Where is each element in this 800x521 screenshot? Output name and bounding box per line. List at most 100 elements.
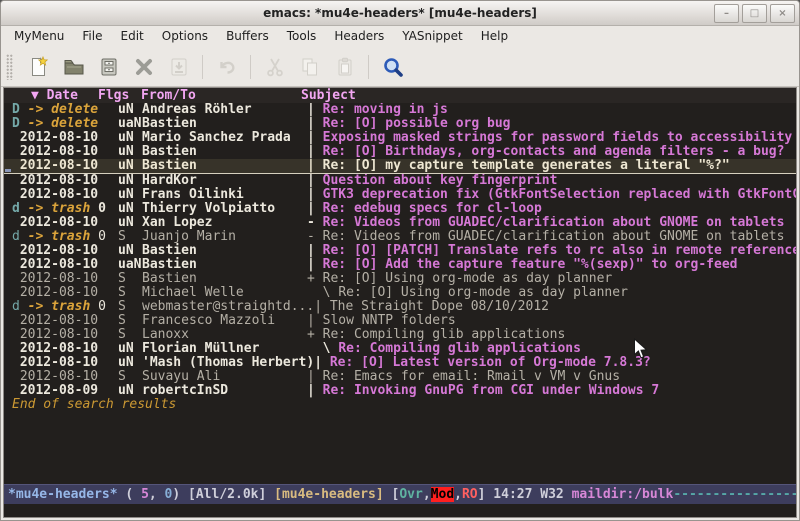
row-from: Xan Lopez [142, 216, 307, 230]
row-from: Mario Sanchez Prada [142, 131, 307, 145]
message-row[interactable]: d -> trash 0SJuanjo Marin- Re: Videos fr… [4, 230, 796, 244]
toolbar-separator [368, 55, 369, 79]
save-button[interactable] [94, 52, 123, 81]
row-subject: | Re: moving in js [307, 103, 796, 117]
menu-item-file[interactable]: File [73, 26, 111, 47]
row-subject: | Re: [O] [PATCH] Translate refs to rc a… [307, 244, 796, 258]
menu-item-options[interactable]: Options [153, 26, 217, 47]
menu-item-buffers[interactable]: Buffers [217, 26, 278, 47]
maximize-button[interactable]: □ [742, 4, 767, 23]
row-mark-date: 2012-08-10 [12, 356, 118, 370]
mu4e-headers-buffer[interactable]: ▼ Date Flgs From/To Subject D -> deleteu… [4, 88, 796, 484]
modeline-segment: 5 [141, 487, 149, 502]
row-mark-date: 2012-08-10 [12, 272, 118, 286]
row-from: Florian Müllner [142, 342, 307, 356]
message-row[interactable]: d -> trash 0uNThierry Volpiatto| Re: ede… [4, 202, 796, 216]
toolbar-grip-handle[interactable] [6, 54, 13, 80]
row-from: webmaster@straightd... [142, 300, 314, 314]
search-button[interactable] [378, 52, 407, 81]
close-buffer-button[interactable] [129, 52, 158, 81]
row-flags: uN [118, 384, 142, 398]
message-row[interactable]: 2012-08-10SBastien+ Re: [O] Using org-mo… [4, 272, 796, 286]
undo-icon [215, 55, 239, 79]
menu-item-mymenu[interactable]: MyMenu [5, 26, 73, 47]
open-folder-icon [62, 55, 86, 79]
row-mark-date: D -> delete [12, 117, 118, 131]
message-row[interactable]: 2012-08-10SLanoxx+ Re: Compiling glib ap… [4, 328, 796, 342]
message-row[interactable]: 2012-08-10uNBastien| Re: [O] Birthdays, … [4, 145, 796, 159]
row-mark-date: 2012-08-10 [12, 258, 118, 272]
row-mark-date: 2012-08-10 [12, 314, 118, 328]
row-flags: S [118, 314, 142, 328]
row-flags: uN [118, 159, 142, 173]
menu-item-edit[interactable]: Edit [112, 26, 153, 47]
row-mark-date: 2012-08-10 [12, 188, 118, 202]
copy-icon [298, 55, 322, 79]
new-file-button[interactable] [24, 52, 53, 81]
message-row[interactable]: 2012-08-10uNBastien| Re: [O] my capture … [4, 159, 796, 174]
row-flags: uN [118, 103, 142, 117]
row-subject: | Re: [O] Add the capture feature "%(sex… [307, 258, 796, 272]
row-subject: | Re: [O] possible org bug [307, 117, 796, 131]
message-row[interactable]: 2012-08-10uNBastien| Re: [O] [PATCH] Tra… [4, 244, 796, 258]
message-row[interactable]: 2012-08-10uNMario Sanchez Prada| Exposin… [4, 131, 796, 145]
row-flags: uN [118, 188, 142, 202]
row-mark-date: d -> trash 0 [12, 300, 118, 314]
row-from: Suvayu Ali [142, 370, 307, 384]
message-row[interactable]: 2012-08-10uNHardKor| Question about key … [4, 174, 796, 188]
menu-item-tools[interactable]: Tools [278, 26, 326, 47]
row-from: Bastien [142, 244, 307, 258]
modeline[interactable]: *mu4e-headers* ( 5, 0) [All/2.0k] [mu4e-… [4, 484, 796, 504]
message-row[interactable]: 2012-08-10uNFrans Oilinki| GTK3 deprecat… [4, 188, 796, 202]
row-mark-date: 2012-08-10 [12, 328, 118, 342]
message-row[interactable]: 2012-08-10uaNBastien| Re: [O] Add the ca… [4, 258, 796, 272]
open-folder-button[interactable] [59, 52, 88, 81]
paste-icon [333, 55, 357, 79]
row-subject: | Re: Emacs for email: Rmail v VM v Gnus [307, 370, 796, 384]
cut-button [260, 52, 289, 81]
row-flags: uN [118, 145, 142, 159]
toolbar-separator [202, 55, 203, 79]
menu-item-yasnippet[interactable]: YASnippet [393, 26, 472, 47]
message-row[interactable]: 2012-08-10uNXan Lopez- Re: Videos from G… [4, 216, 796, 230]
row-subject: | Question about key fingerprint [307, 174, 796, 188]
message-row[interactable]: d -> trash 0Swebmaster@straightd...| The… [4, 300, 796, 314]
modeline-segment: , [454, 487, 462, 502]
message-row[interactable]: 2012-08-10SFrancesco Mazzoli| Slow NNTP … [4, 314, 796, 328]
modeline-segment: *mu4e-headers* [8, 487, 118, 502]
modeline-segment: ) [172, 487, 188, 502]
header-line: ▼ Date Flgs From/To Subject [4, 88, 796, 103]
message-row[interactable]: 2012-08-10uNFlorian Müllner \ Re: Compil… [4, 342, 796, 356]
row-subject: | Exposing masked strings for password f… [307, 131, 796, 145]
row-subject: | Re: [O] Latest version of Org-mode 7.8… [314, 356, 796, 370]
titlebar[interactable]: emacs: *mu4e-headers* [mu4e-headers] –□× [1, 1, 799, 26]
row-subject: | Re: [O] my capture template generates … [307, 159, 796, 173]
modeline-segment: maildir:/bulk [572, 487, 674, 502]
minimize-button[interactable]: – [714, 4, 739, 23]
close-button[interactable]: × [770, 4, 795, 23]
message-row[interactable]: D -> deleteuNAndreas Röhler| Re: moving … [4, 103, 796, 117]
row-mark-date: 2012-08-10 [12, 216, 118, 230]
menu-item-headers[interactable]: Headers [325, 26, 393, 47]
modeline-segment: ] [478, 487, 494, 502]
message-row[interactable]: D -> deleteuaNBastien| Re: [O] possible … [4, 117, 796, 131]
row-subject: \ Re: [O] Using org-mode as day planner [307, 286, 796, 300]
end-of-search-results: End of search results [4, 398, 796, 412]
row-subject: | Re: Invoking GnuPG from CGI under Wind… [307, 384, 796, 398]
row-mark-date: 2012-08-09 [12, 384, 118, 398]
menu-item-help[interactable]: Help [472, 26, 517, 47]
row-subject: + Re: [O] Using org-mode as day planner [307, 272, 796, 286]
row-subject: - Re: Videos from GUADEC/clarification a… [307, 216, 796, 230]
message-row[interactable]: 2012-08-09uNrobertcInSD| Re: Invoking Gn… [4, 384, 796, 398]
message-row[interactable]: 2012-08-10SSuvayu Ali| Re: Emacs for ema… [4, 370, 796, 384]
row-mark-date: 2012-08-10 [12, 145, 118, 159]
row-subject: \ Re: Compiling glib applications [307, 342, 796, 356]
message-row[interactable]: 2012-08-10uN'Mash (Thomas Herbert)| Re: … [4, 356, 796, 370]
row-from: 'Mash (Thomas Herbert) [142, 356, 314, 370]
message-row[interactable]: 2012-08-10SMichael Welle \ Re: [O] Using… [4, 286, 796, 300]
cut-icon [263, 55, 287, 79]
row-subject: | The Straight Dope 08/10/2012 [314, 300, 796, 314]
row-flags: S [118, 300, 142, 314]
row-flags: uaN [118, 117, 142, 131]
row-subject: | Slow NNTP folders [307, 314, 796, 328]
